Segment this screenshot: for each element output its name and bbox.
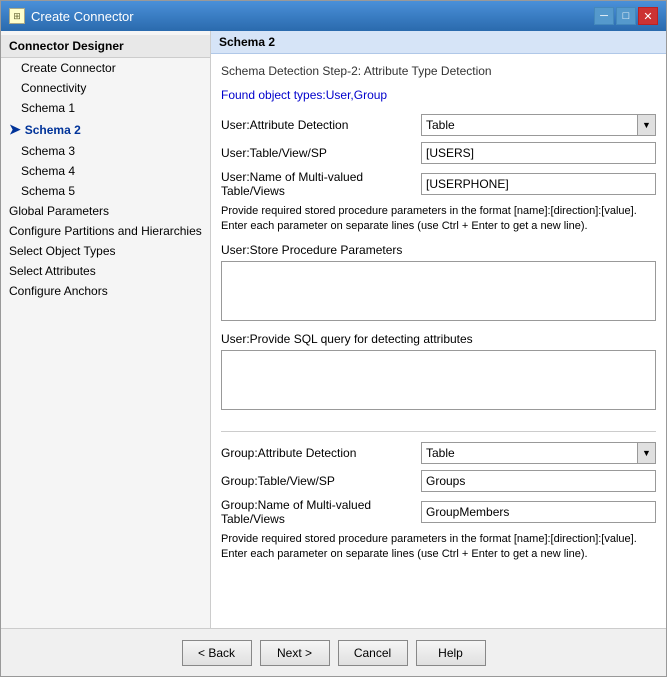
user-multivalued-label: User:Name of Multi-valuedTable/Views (221, 170, 421, 198)
user-info-text: Provide required stored procedure parame… (221, 204, 656, 235)
user-attr-detection-select[interactable]: Table View Stored Procedure (422, 115, 637, 135)
title-bar: ⊞ Create Connector ─ □ ✕ (1, 1, 666, 31)
sidebar-item-select-attributes[interactable]: Select Attributes (1, 261, 210, 281)
help-button[interactable]: Help (416, 640, 486, 666)
panel-header: Schema 2 (211, 31, 666, 54)
sidebar-item-schema1[interactable]: Schema 1 (1, 98, 210, 118)
arrow-icon: ➤ (9, 121, 21, 138)
group-multivalued-label: Group:Name of Multi-valuedTable/Views (221, 498, 421, 526)
right-panel: Schema 2 Schema Detection Step-2: Attrib… (211, 31, 666, 628)
user-attr-detection-select-wrapper[interactable]: Table View Stored Procedure ▼ (421, 114, 656, 136)
sidebar-item-configure-anchors[interactable]: Configure Anchors (1, 281, 210, 301)
user-store-proc-label: User:Store Procedure Parameters (221, 243, 656, 257)
panel-body: Schema Detection Step-2: Attribute Type … (211, 54, 666, 628)
sidebar-label-configure-partitions: Configure Partitions and Hierarchies (9, 224, 202, 238)
sidebar-label-schema2: Schema 2 (25, 123, 81, 137)
group-multivalued-wrapper (421, 501, 656, 523)
group-attr-detection-dropdown-arrow[interactable]: ▼ (637, 443, 655, 463)
user-attr-detection-dropdown-arrow[interactable]: ▼ (637, 115, 655, 135)
sidebar-label-schema4: Schema 4 (21, 164, 75, 178)
sidebar-item-schema3[interactable]: Schema 3 (1, 141, 210, 161)
user-attr-detection-wrapper: Table View Stored Procedure ▼ (421, 114, 656, 136)
cancel-button[interactable]: Cancel (338, 640, 408, 666)
user-sql-query-label: User:Provide SQL query for detecting att… (221, 332, 656, 346)
sidebar-label-configure-anchors: Configure Anchors (9, 284, 108, 298)
user-attr-detection-label: User:Attribute Detection (221, 118, 421, 132)
group-info-text: Provide required stored procedure parame… (221, 532, 656, 563)
group-table-view-sp-wrapper (421, 470, 656, 492)
close-button[interactable]: ✕ (638, 7, 658, 25)
sidebar-item-global-parameters[interactable]: Global Parameters (1, 201, 210, 221)
sidebar-label-global-parameters: Global Parameters (9, 204, 109, 218)
sidebar-label-schema5: Schema 5 (21, 184, 75, 198)
user-table-view-sp-wrapper (421, 142, 656, 164)
title-buttons: ─ □ ✕ (594, 7, 658, 25)
title-bar-left: ⊞ Create Connector (9, 8, 134, 24)
sidebar-item-schema5[interactable]: Schema 5 (1, 181, 210, 201)
group-multivalued-input[interactable] (421, 501, 656, 523)
sidebar-item-configure-partitions[interactable]: Configure Partitions and Hierarchies (1, 221, 210, 241)
maximize-button[interactable]: □ (616, 7, 636, 25)
user-multivalued-row: User:Name of Multi-valuedTable/Views (221, 170, 656, 198)
user-table-view-sp-input[interactable] (421, 142, 656, 164)
main-window: ⊞ Create Connector ─ □ ✕ Connector Desig… (0, 0, 667, 677)
sidebar-item-create-connector[interactable]: Create Connector (1, 58, 210, 78)
group-table-view-sp-row: Group:Table/View/SP (221, 470, 656, 492)
user-table-view-sp-row: User:Table/View/SP (221, 142, 656, 164)
sidebar-item-select-object-types[interactable]: Select Object Types (1, 241, 210, 261)
section-divider (221, 431, 656, 432)
section-title: Schema Detection Step-2: Attribute Type … (221, 64, 656, 78)
window-title: Create Connector (31, 9, 134, 24)
found-types: Found object types:User,Group (221, 88, 656, 102)
sidebar-item-schema4[interactable]: Schema 4 (1, 161, 210, 181)
user-table-view-sp-label: User:Table/View/SP (221, 146, 421, 160)
sidebar: Connector Designer Create Connector Conn… (1, 31, 211, 628)
sidebar-item-connectivity[interactable]: Connectivity (1, 78, 210, 98)
back-button[interactable]: < Back (182, 640, 252, 666)
bottom-bar: < Back Next > Cancel Help (1, 628, 666, 676)
group-attr-detection-row: Group:Attribute Detection Table View Sto… (221, 442, 656, 464)
group-attr-detection-select-wrapper[interactable]: Table View Stored Procedure ▼ (421, 442, 656, 464)
user-store-proc-textarea[interactable] (221, 261, 656, 321)
group-attr-detection-label: Group:Attribute Detection (221, 446, 421, 460)
sidebar-label-schema3: Schema 3 (21, 144, 75, 158)
next-button[interactable]: Next > (260, 640, 330, 666)
sidebar-label-select-object-types: Select Object Types (9, 244, 116, 258)
sidebar-header: Connector Designer (1, 35, 210, 58)
minimize-button[interactable]: ─ (594, 7, 614, 25)
user-sql-query-textarea[interactable] (221, 350, 656, 410)
main-content: Connector Designer Create Connector Conn… (1, 31, 666, 628)
group-attr-detection-wrapper: Table View Stored Procedure ▼ (421, 442, 656, 464)
user-attr-detection-row: User:Attribute Detection Table View Stor… (221, 114, 656, 136)
user-multivalued-wrapper (421, 173, 656, 195)
group-table-view-sp-input[interactable] (421, 470, 656, 492)
group-table-view-sp-label: Group:Table/View/SP (221, 474, 421, 488)
found-label: Found object types: (221, 88, 326, 102)
found-types-value: User,Group (326, 88, 387, 102)
app-icon: ⊞ (9, 8, 25, 24)
group-attr-detection-select[interactable]: Table View Stored Procedure (422, 443, 637, 463)
sidebar-item-schema2[interactable]: ➤ Schema 2 (1, 118, 210, 141)
user-multivalued-input[interactable] (421, 173, 656, 195)
sidebar-label-connectivity: Connectivity (21, 81, 86, 95)
sidebar-label-select-attributes: Select Attributes (9, 264, 96, 278)
group-multivalued-row: Group:Name of Multi-valuedTable/Views (221, 498, 656, 526)
sidebar-label-create-connector: Create Connector (21, 61, 116, 75)
sidebar-label-schema1: Schema 1 (21, 101, 75, 115)
